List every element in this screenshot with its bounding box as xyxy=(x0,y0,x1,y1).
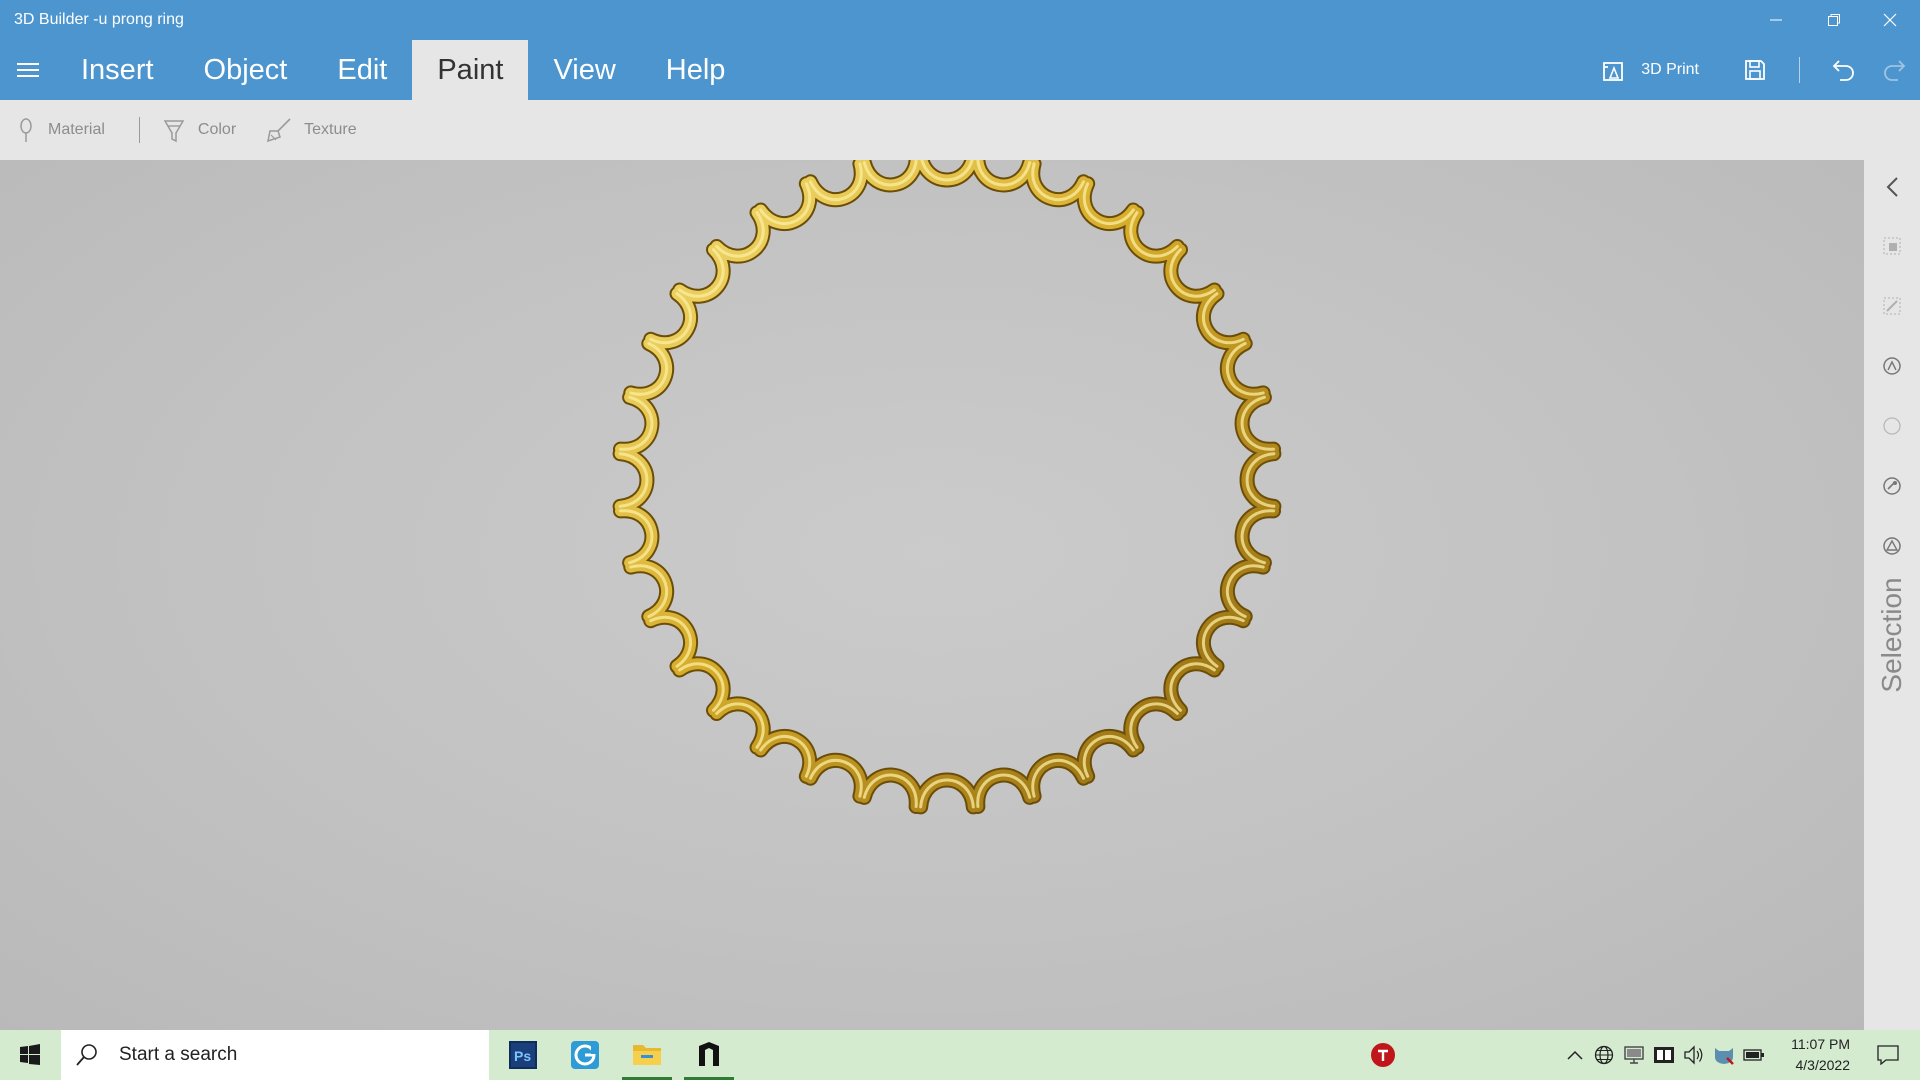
search-icon xyxy=(76,1044,97,1066)
window-title: 3D Builder -u prong ring xyxy=(14,11,184,28)
taskbar-app-photoshop[interactable]: Ps xyxy=(498,1030,548,1080)
tray-app-icon[interactable] xyxy=(1651,1030,1677,1080)
taskbar-clock[interactable]: 11:07 PM 4/3/2022 xyxy=(1770,1030,1850,1080)
volume-button[interactable] xyxy=(1681,1030,1707,1080)
svg-text:Ps: Ps xyxy=(514,1048,531,1064)
prong-ring-model[interactable] xyxy=(0,145,1864,1030)
folder-icon xyxy=(633,1044,661,1065)
shield-cat-icon xyxy=(1715,1048,1734,1065)
redo-button[interactable] xyxy=(1872,48,1916,92)
paint-ribbon: Material Color Texture xyxy=(0,100,1920,160)
minimize-icon xyxy=(1770,19,1782,21)
3d-print-label: 3D Print xyxy=(1641,61,1699,78)
collapse-panel-button[interactable] xyxy=(1870,167,1914,207)
speaker-icon xyxy=(1684,1045,1703,1065)
battery-icon xyxy=(1743,1049,1764,1061)
network-icon xyxy=(1624,1046,1644,1064)
ribbon-divider xyxy=(138,117,140,143)
tab-view[interactable]: View xyxy=(528,40,640,100)
undo-icon xyxy=(1832,60,1854,81)
save-button[interactable] xyxy=(1733,48,1777,92)
show-hidden-icons-button[interactable] xyxy=(1562,1030,1588,1080)
title-bar: 3D Builder -u prong ring Insert Object E… xyxy=(0,0,1920,100)
color-button[interactable]: Color xyxy=(162,117,236,143)
chevron-up-icon xyxy=(1567,1050,1583,1060)
hamburger-menu-button[interactable] xyxy=(0,40,56,100)
clock-time: 11:07 PM xyxy=(1791,1036,1850,1052)
color-label: Color xyxy=(197,121,237,138)
select-vertex-button[interactable] xyxy=(1870,466,1914,506)
tab-help[interactable]: Help xyxy=(641,40,751,100)
battery-button[interactable] xyxy=(1741,1030,1767,1080)
material-label: Material xyxy=(48,121,105,138)
material-button[interactable]: Material xyxy=(16,117,105,143)
tab-insert[interactable]: Insert xyxy=(56,40,179,100)
menu-tabs: Insert Object Edit Paint View Help xyxy=(0,40,750,100)
select-face-button[interactable] xyxy=(1870,406,1914,446)
paint-bucket-icon xyxy=(163,120,185,143)
network-button[interactable] xyxy=(1621,1030,1647,1080)
tab-paint[interactable]: Paint xyxy=(412,40,529,100)
vertex-select-icon xyxy=(1883,477,1901,495)
tab-edit[interactable]: Edit xyxy=(312,40,412,100)
windows-logo-icon xyxy=(20,1044,40,1065)
select-mesh-button[interactable] xyxy=(1870,346,1914,386)
selection-panel-label: Selection xyxy=(1876,577,1907,693)
selection-panel: Selection xyxy=(1864,160,1920,1030)
google-icon xyxy=(571,1041,599,1069)
tray-security-button[interactable] xyxy=(1711,1030,1737,1080)
circle-select-icon xyxy=(1883,417,1901,435)
start-button[interactable] xyxy=(0,1030,60,1080)
chevron-left-icon xyxy=(1886,177,1898,197)
restore-button[interactable] xyxy=(1812,6,1856,34)
minimize-button[interactable] xyxy=(1754,6,1798,34)
3d-print-button[interactable]: 3D Print xyxy=(1601,58,1699,82)
select-object-icon xyxy=(1883,297,1901,315)
3d-builder-icon xyxy=(699,1041,719,1066)
red-circle-app-icon xyxy=(1371,1043,1395,1067)
save-icon xyxy=(1745,60,1765,80)
title-toolbar: 3D Print xyxy=(1601,40,1920,100)
taskbar-search-box[interactable]: Start a search xyxy=(61,1030,489,1080)
restore-icon xyxy=(1828,14,1840,26)
search-placeholder: Start a search xyxy=(119,1044,238,1065)
select-all-button[interactable] xyxy=(1870,226,1914,266)
taskbar-app-file-explorer[interactable] xyxy=(622,1030,672,1080)
taskbar-app-3d-builder[interactable] xyxy=(684,1030,734,1080)
select-object-button[interactable] xyxy=(1870,286,1914,326)
display-app-icon xyxy=(1654,1047,1674,1063)
material-pin-icon xyxy=(20,118,32,142)
photoshop-icon: Ps xyxy=(509,1041,537,1069)
close-icon xyxy=(1883,13,1897,27)
texture-brush-icon xyxy=(267,118,291,143)
toolbar-divider xyxy=(1799,57,1800,83)
undo-button[interactable] xyxy=(1822,48,1866,92)
texture-button[interactable]: Texture xyxy=(266,117,357,143)
tab-object[interactable]: Object xyxy=(179,40,313,100)
clock-date: 4/3/2022 xyxy=(1795,1057,1851,1073)
action-center-button[interactable] xyxy=(1866,1030,1910,1080)
printer-3d-icon xyxy=(1603,62,1624,81)
select-edge-button[interactable] xyxy=(1870,526,1914,566)
hamburger-icon xyxy=(17,63,39,77)
taskbar: Start a search Ps 11:07 PM 4/3/2022 xyxy=(0,1030,1920,1080)
texture-label: Texture xyxy=(304,121,357,138)
language-button[interactable] xyxy=(1591,1030,1617,1080)
select-all-icon xyxy=(1883,237,1901,255)
triangle-select-icon xyxy=(1883,537,1901,555)
tray-app-red-icon[interactable] xyxy=(1368,1030,1398,1080)
close-button[interactable] xyxy=(1868,6,1912,34)
taskbar-app-chrome[interactable] xyxy=(560,1030,610,1080)
notification-icon xyxy=(1877,1045,1899,1065)
redo-icon xyxy=(1884,60,1906,81)
3d-viewport[interactable] xyxy=(0,145,1864,1030)
mesh-select-icon xyxy=(1883,357,1901,375)
globe-icon xyxy=(1594,1045,1614,1065)
